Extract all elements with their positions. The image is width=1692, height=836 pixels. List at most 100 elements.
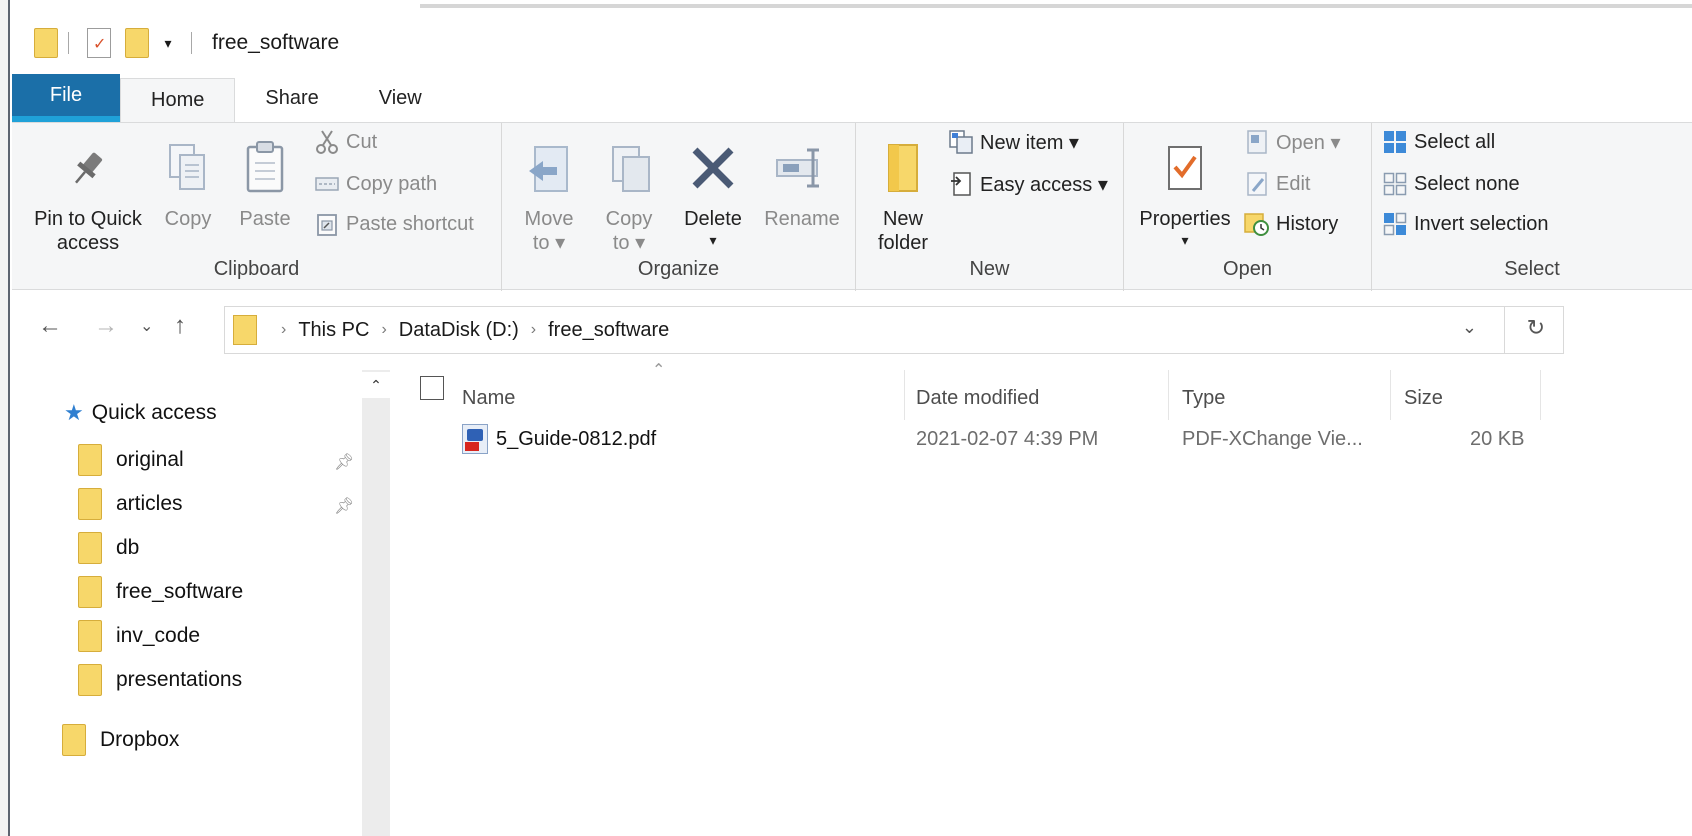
breadcrumb-chevron-icon[interactable]: › (281, 321, 286, 339)
pin-icon (66, 131, 110, 205)
select-all-label: Select all (1414, 130, 1496, 153)
quick-access-properties-icon[interactable] (87, 28, 111, 58)
breadcrumb-chevron-icon[interactable]: › (531, 321, 536, 339)
invert-selection-label: Invert selection (1414, 212, 1549, 235)
breadcrumb-chevron-icon[interactable]: › (381, 321, 386, 339)
select-all-checkbox[interactable] (420, 376, 444, 400)
move-to-button[interactable]: Move to ▾ (516, 131, 582, 255)
customize-toolbar-dropdown-icon[interactable]: ▾ (161, 35, 175, 52)
column-divider[interactable] (1390, 370, 1391, 420)
pin-icon[interactable]: 📌︎ (334, 496, 354, 516)
file-date-modified: 2021-02-07 4:39 PM (916, 428, 1099, 450)
select-all-button[interactable]: Select all (1382, 129, 1495, 155)
delete-x-icon (689, 131, 737, 205)
navigation-pane: ★ Quick access original 📌︎ articles 📌︎ d… (12, 370, 390, 836)
copy-path-button[interactable]: Copy path (314, 171, 437, 197)
select-none-button[interactable]: Select none (1382, 171, 1520, 197)
tab-share[interactable]: Share (235, 74, 348, 122)
address-folder-icon (233, 315, 257, 345)
file-type: PDF-XChange Vie... (1182, 428, 1363, 450)
copy-to-icon (605, 131, 653, 205)
tab-file[interactable]: File (12, 74, 120, 122)
pin-to-quick-access-label: Pin to Quick access (34, 208, 142, 254)
easy-access-label: Easy access ▾ (980, 173, 1108, 196)
copy-icon (166, 131, 210, 205)
copy-label: Copy (164, 208, 212, 230)
nav-item-label: db (116, 536, 140, 559)
column-divider[interactable] (1168, 370, 1169, 420)
forward-arrow-icon[interactable]: → (94, 312, 118, 340)
delete-button[interactable]: Delete ▾ (674, 131, 752, 249)
properties-button[interactable]: Properties ▾ (1134, 131, 1236, 249)
tab-view[interactable]: View (349, 74, 452, 122)
quick-access-label: Quick access (91, 401, 217, 424)
recent-locations-chevron-icon[interactable]: ⌄ (140, 316, 153, 336)
file-name-cell[interactable]: 5_Guide-0812.pdf (462, 424, 656, 454)
address-bar[interactable]: › This PC › DataDisk (D:) › free_softwar… (224, 306, 1564, 354)
nav-pane-scrollbar[interactable]: ⌃ (362, 370, 390, 836)
quick-access-item[interactable]: ★ Quick access (64, 400, 217, 426)
quick-access-folder-icon[interactable] (34, 28, 58, 58)
refresh-icon[interactable]: ↻ (1527, 315, 1545, 341)
ribbon-tabs: File Home Share View (12, 74, 1692, 122)
new-item-button[interactable]: New item ▾ (948, 129, 1079, 155)
nav-item-label: presentations (116, 668, 243, 691)
copy-button[interactable]: Copy (158, 131, 218, 231)
open-group-label: Open (1223, 258, 1272, 280)
copy-to-button[interactable]: Copy to ▾ (596, 131, 662, 255)
column-header-type[interactable]: Type (1182, 374, 1225, 422)
folder-icon (62, 724, 86, 756)
paste-button[interactable]: Paste (232, 131, 298, 231)
file-row[interactable]: 5_Guide-0812.pdf 2021-02-07 4:39 PM PDF-… (400, 418, 1550, 462)
invert-selection-button[interactable]: Invert selection (1382, 211, 1549, 237)
breadcrumb-this-pc[interactable]: This PC (298, 319, 369, 342)
new-folder-icon (883, 131, 923, 205)
tab-home[interactable]: Home (120, 78, 236, 122)
column-header-date-modified[interactable]: Date modified (916, 374, 1039, 422)
nav-item-articles[interactable]: articles (78, 488, 183, 520)
properties-dropdown-icon[interactable]: ▾ (1181, 231, 1188, 249)
up-arrow-icon[interactable]: ↑ (174, 312, 186, 340)
history-button[interactable]: History (1244, 211, 1338, 237)
organize-group-label: Organize (637, 258, 720, 280)
cut-button[interactable]: Cut (314, 129, 377, 155)
properties-icon (1163, 131, 1207, 205)
breadcrumb-datadisk[interactable]: DataDisk (D:) (399, 319, 519, 342)
column-divider[interactable] (1540, 370, 1541, 420)
back-arrow-icon[interactable]: ← (38, 312, 62, 340)
pin-icon[interactable]: 📌︎ (334, 452, 354, 472)
quick-access-new-folder-icon[interactable] (125, 28, 149, 58)
open-icon (1244, 129, 1270, 155)
paste-shortcut-button[interactable]: Paste shortcut (314, 211, 474, 237)
address-history-chevron-icon[interactable]: ⌄ (1462, 317, 1477, 338)
rename-button[interactable]: Rename (760, 131, 844, 231)
edit-button[interactable]: Edit (1244, 171, 1310, 197)
nav-item-presentations[interactable]: presentations (78, 664, 242, 696)
folder-icon (78, 488, 102, 520)
open-button[interactable]: Open ▾ (1244, 129, 1341, 155)
organize-group: Move to ▾ Copy to ▾ Delete ▾ Rename Orga… (502, 123, 856, 291)
sort-ascending-chevron-icon: ⌃ (652, 362, 666, 379)
nav-item-original[interactable]: original (78, 444, 184, 476)
pdf-file-icon (462, 424, 488, 454)
breadcrumb-free-software[interactable]: free_software (548, 319, 669, 342)
new-folder-button[interactable]: New folder (868, 131, 938, 255)
column-header-name[interactable]: Name (462, 374, 515, 422)
new-item-label: New item ▾ (980, 131, 1079, 154)
nav-item-dropbox[interactable]: Dropbox (62, 724, 179, 756)
nav-item-label: articles (116, 492, 183, 515)
nav-item-inv-code[interactable]: inv_code (78, 620, 200, 652)
properties-label: Properties (1139, 208, 1231, 230)
column-divider[interactable] (904, 370, 905, 420)
easy-access-button[interactable]: Easy access ▾ (948, 171, 1108, 197)
nav-item-label: inv_code (116, 624, 201, 647)
select-group: Select all Select none Invert selection … (1372, 123, 1692, 291)
delete-dropdown-icon[interactable]: ▾ (709, 231, 716, 249)
pin-to-quick-access-button[interactable]: Pin to Quick access (26, 131, 150, 255)
copy-to-label: Copy to ▾ (605, 208, 653, 254)
column-header-size[interactable]: Size (1404, 374, 1443, 422)
nav-item-db[interactable]: db (78, 532, 139, 564)
nav-item-free-software[interactable]: free_software (78, 576, 243, 608)
file-list: ⌃ Name Date modified Type Size 5_Guide-0… (400, 360, 1692, 836)
scroll-up-chevron-icon[interactable]: ⌃ (362, 372, 390, 398)
